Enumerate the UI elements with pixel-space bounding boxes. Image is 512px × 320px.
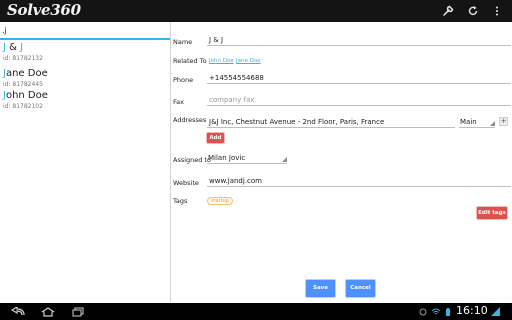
add-address-icon[interactable]: + <box>499 117 508 126</box>
related-to-label: Related To <box>173 57 207 65</box>
tag-startup: startup <box>207 197 233 205</box>
edit-tags-button[interactable]: Edit tags <box>477 207 507 219</box>
battery-icon <box>443 303 452 320</box>
address-type-select[interactable]: Main <box>459 117 495 128</box>
status-clock: 16:10 <box>456 304 488 317</box>
contact-item-john-doe[interactable]: John Doe id: 81782102 <box>0 89 170 116</box>
contact-list-pane: J & J id: 81782132 Jane Doe id: 81782445… <box>0 22 171 303</box>
wifi-icon <box>431 303 441 320</box>
related-link-jane-doe[interactable]: Jane Doe <box>236 58 261 64</box>
android-debug-icon <box>418 303 428 320</box>
contact-item-jj[interactable]: J & J id: 81782132 <box>0 41 170 68</box>
dropdown-arrow-icon <box>490 121 495 126</box>
search-input[interactable] <box>2 24 162 37</box>
name-match-highlight: J <box>20 42 24 53</box>
name-rest: & <box>5 42 21 53</box>
name-field[interactable]: J & J <box>207 35 511 46</box>
name-rest: ohn Doe <box>5 90 48 101</box>
related-link-john-doe[interactable]: John Doe <box>209 58 234 64</box>
search-bar <box>0 22 170 40</box>
fax-label: Fax <box>173 98 184 106</box>
addresses-label: Addresses <box>173 116 207 124</box>
contact-name: J & J <box>3 42 23 53</box>
contact-id: id: 81782445 <box>3 81 43 88</box>
tags-label: Tags <box>173 197 188 205</box>
contact-name: Jane Doe <box>3 68 48 79</box>
website-field[interactable]: www.jandj.com <box>207 176 511 187</box>
contact-edit-form: Name J & J Related To John Doe Jane Doe … <box>171 22 512 303</box>
phone-label: Phone <box>173 76 194 84</box>
cancel-button[interactable]: Cancel <box>346 280 375 297</box>
name-label: Name <box>173 38 193 46</box>
dropdown-arrow-icon <box>282 157 287 162</box>
action-bar: Solve360 <box>0 0 512 22</box>
signal-icon <box>489 303 501 320</box>
wrench-icon[interactable] <box>438 0 458 22</box>
save-button[interactable]: Save <box>306 280 335 297</box>
website-label: Website <box>173 179 199 187</box>
assigned-to-label: Assigned to <box>173 156 211 164</box>
system-nav-bar: 16:10 <box>0 303 512 320</box>
assigned-to-value: Milan Jovic <box>208 154 246 162</box>
address-field[interactable]: J&J Inc, Chestnut Avenue - 2nd Floor, Pa… <box>207 117 455 128</box>
name-rest: ane Doe <box>5 68 48 79</box>
fax-field[interactable]: company fax <box>207 95 511 106</box>
contact-id: id: 81782132 <box>3 55 43 62</box>
app-logo: Solve360 <box>7 1 81 19</box>
overflow-menu-icon[interactable] <box>487 0 507 22</box>
back-icon[interactable] <box>8 303 28 320</box>
assigned-to-select[interactable]: Milan Jovic <box>207 153 287 164</box>
refresh-icon[interactable] <box>463 0 483 22</box>
add-button[interactable]: Add <box>207 133 224 143</box>
contact-id: id: 81782102 <box>3 103 43 110</box>
address-type-value: Main <box>460 118 477 126</box>
recent-apps-icon[interactable] <box>68 303 88 320</box>
phone-field[interactable]: +14554554688 <box>207 73 511 84</box>
home-icon[interactable] <box>38 303 58 320</box>
contact-name: John Doe <box>3 90 48 101</box>
